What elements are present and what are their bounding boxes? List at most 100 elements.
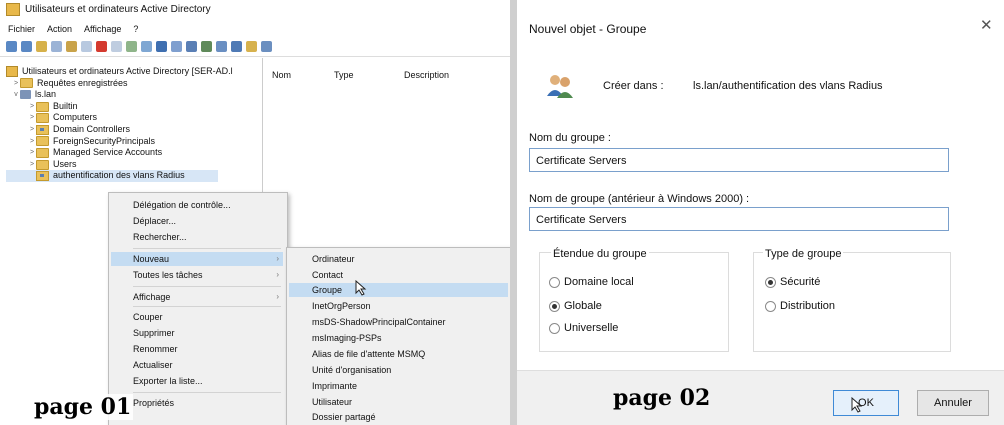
- column-header-nom[interactable]: Nom: [272, 70, 334, 80]
- radio-button-selected[interactable]: [549, 300, 560, 312]
- submenu-nouveau: Ordinateur Contact Groupe InetOrgPerson …: [286, 247, 510, 425]
- panel-divider: [510, 0, 517, 425]
- tree-item-label: Computers: [53, 112, 98, 123]
- menu-item-nouveau[interactable]: Nouveau: [133, 254, 169, 264]
- tree-item-root[interactable]: Utilisateurs et ordinateurs Active Direc…: [6, 66, 233, 78]
- ou-icon: [36, 171, 49, 182]
- menu-item-couper[interactable]: Couper: [133, 312, 163, 322]
- delete-icon[interactable]: [96, 40, 107, 52]
- menu-action[interactable]: Action: [47, 24, 72, 34]
- new-ou-icon[interactable]: [216, 40, 227, 52]
- tree-item-label: Builtin: [53, 100, 78, 111]
- properties-icon[interactable]: [111, 40, 122, 52]
- scope-option-globale[interactable]: Globale: [549, 300, 602, 312]
- chevron-right-icon[interactable]: >: [28, 124, 36, 136]
- ok-button[interactable]: OK: [833, 390, 899, 416]
- menu-separator: [133, 248, 281, 249]
- tree-item-authentification-vlans-radius[interactable]: authentification des vlans Radius: [6, 170, 218, 182]
- close-icon[interactable]: ✕: [980, 16, 993, 34]
- tree-item-domain-controllers[interactable]: > Domain Controllers: [6, 124, 233, 136]
- scope-option-domaine-local[interactable]: Domaine local: [549, 276, 634, 288]
- tree-item-computers[interactable]: > Computers: [6, 112, 233, 124]
- type-option-securite[interactable]: Sécurité: [765, 276, 820, 288]
- cut-icon[interactable]: [66, 40, 77, 52]
- tree-item-label: Managed Service Accounts: [53, 147, 163, 158]
- submenu-item-dossier-partage[interactable]: Dossier partagé: [312, 412, 376, 422]
- submenu-item-groupe[interactable]: Groupe: [312, 285, 342, 295]
- menu-item-renommer[interactable]: Renommer: [133, 344, 178, 354]
- radio-button-selected[interactable]: [765, 276, 776, 288]
- up-folder-icon[interactable]: [36, 40, 47, 52]
- submenu-item-ordinateur[interactable]: Ordinateur: [312, 254, 355, 264]
- radio-button[interactable]: [549, 276, 560, 288]
- forward-icon[interactable]: [21, 40, 32, 52]
- copy-icon[interactable]: [81, 40, 92, 52]
- menu-item-exporter[interactable]: Exporter la liste...: [133, 376, 203, 386]
- menu-item-affichage[interactable]: Affichage: [133, 292, 170, 302]
- chevron-right-icon[interactable]: >: [28, 147, 36, 159]
- scope-option-universelle[interactable]: Universelle: [549, 322, 618, 334]
- group-name-pre2000-input[interactable]: Certificate Servers: [529, 207, 949, 231]
- show-tree-icon[interactable]: [51, 40, 62, 52]
- new-group-dialog: Nouvel objet - Groupe ✕ Créer dans : ls.…: [517, 0, 1004, 425]
- submenu-item-msimaging[interactable]: msImaging-PSPs: [312, 333, 382, 343]
- tree-item-foreign-security-principals[interactable]: > ForeignSecurityPrincipals: [6, 136, 233, 148]
- tree-item-saved-queries[interactable]: > Requêtes enregistrées: [6, 78, 233, 90]
- type-option-distribution[interactable]: Distribution: [765, 300, 835, 312]
- tree-item-domain[interactable]: v ls.lan: [6, 89, 233, 101]
- add-to-group-icon[interactable]: [261, 40, 272, 52]
- ad-console-titlebar: Utilisateurs et ordinateurs Active Direc…: [6, 3, 211, 16]
- filter-icon[interactable]: [231, 40, 242, 52]
- radio-button[interactable]: [765, 300, 776, 312]
- cancel-button[interactable]: Annuler: [917, 390, 989, 416]
- new-user-icon[interactable]: [186, 40, 197, 52]
- help-icon[interactable]: [156, 40, 167, 52]
- export-icon[interactable]: [141, 40, 152, 52]
- console-tree: Utilisateurs et ordinateurs Active Direc…: [6, 66, 233, 182]
- chevron-right-icon[interactable]: >: [12, 78, 20, 90]
- tree-item-label: Utilisateurs et ordinateurs Active Direc…: [22, 66, 233, 76]
- menu-item-delegation[interactable]: Délégation de contrôle...: [133, 200, 231, 210]
- chevron-right-icon[interactable]: >: [28, 159, 36, 171]
- back-icon[interactable]: [6, 40, 17, 52]
- radio-label: Globale: [564, 300, 602, 312]
- tree-item-users[interactable]: > Users: [6, 159, 233, 171]
- ad-console-icon: [6, 3, 20, 16]
- menu-affichage[interactable]: Affichage: [84, 24, 121, 34]
- radio-label: Sécurité: [780, 276, 821, 288]
- details-icon[interactable]: [171, 40, 182, 52]
- tree-item-builtin[interactable]: > Builtin: [6, 101, 233, 113]
- menu-item-proprietes[interactable]: Propriétés: [133, 398, 174, 408]
- submenu-item-utilisateur[interactable]: Utilisateur: [312, 397, 352, 407]
- radio-button[interactable]: [549, 322, 560, 334]
- chevron-right-icon[interactable]: >: [28, 136, 36, 148]
- menu-help[interactable]: ?: [133, 24, 138, 34]
- column-header-type[interactable]: Type: [334, 70, 404, 80]
- column-header-description[interactable]: Description: [404, 70, 484, 80]
- folder-icon: [20, 78, 33, 89]
- chevron-right-icon[interactable]: >: [28, 101, 36, 113]
- submenu-item-msmq-alias[interactable]: Alias de file d'attente MSMQ: [312, 349, 425, 359]
- menu-item-actualiser[interactable]: Actualiser: [133, 360, 173, 370]
- pane-splitter[interactable]: [262, 58, 263, 198]
- tree-item-label: ls.lan: [35, 89, 57, 100]
- menu-item-supprimer[interactable]: Supprimer: [133, 328, 175, 338]
- menu-item-rechercher[interactable]: Rechercher...: [133, 232, 187, 242]
- group-name-input[interactable]: Certificate Servers: [529, 148, 949, 172]
- menu-item-toutes-les-taches[interactable]: Toutes les tâches: [133, 270, 203, 280]
- new-group-icon[interactable]: [201, 40, 212, 52]
- group-icon: [547, 75, 573, 98]
- submenu-item-inetorgperson[interactable]: InetOrgPerson: [312, 301, 371, 311]
- chevron-down-icon[interactable]: v: [12, 89, 20, 101]
- menu-item-deplacer[interactable]: Déplacer...: [133, 216, 176, 226]
- submenu-item-imprimante[interactable]: Imprimante: [312, 381, 357, 391]
- chevron-right-icon[interactable]: >: [28, 112, 36, 124]
- tree-item-managed-service-accounts[interactable]: > Managed Service Accounts: [6, 147, 233, 159]
- submenu-item-contact[interactable]: Contact: [312, 270, 343, 280]
- find-icon[interactable]: [246, 40, 257, 52]
- submenu-item-unite-organisation[interactable]: Unité d'organisation: [312, 365, 391, 375]
- menu-fichier[interactable]: Fichier: [8, 24, 35, 34]
- submenu-item-msds-shadow[interactable]: msDS-ShadowPrincipalContainer: [312, 317, 446, 327]
- context-menu: Délégation de contrôle... Déplacer... Re…: [108, 192, 288, 425]
- refresh-icon[interactable]: [126, 40, 137, 52]
